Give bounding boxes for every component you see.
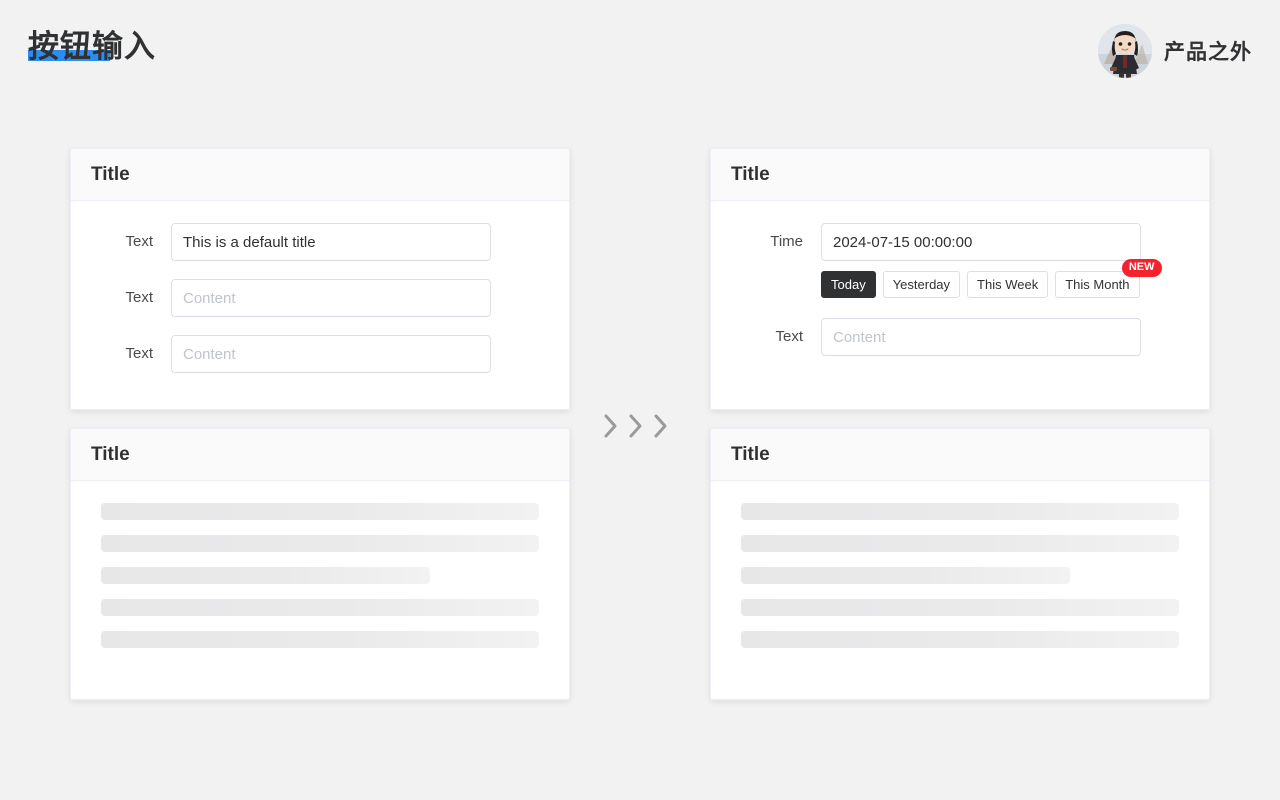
- form-control: [171, 223, 549, 261]
- quick-btn-this-week[interactable]: This Week: [967, 271, 1049, 298]
- skeleton-line: [741, 567, 1070, 584]
- card-body: Time Today Yesterday This Week This Mont…: [711, 201, 1209, 376]
- form-row-text: Text: [731, 318, 1189, 356]
- card-skeleton-right: Title: [710, 428, 1210, 700]
- skeleton-line: [101, 631, 539, 648]
- skeleton-body: [71, 481, 569, 668]
- form-control: [171, 335, 549, 373]
- new-badge: NEW: [1121, 259, 1162, 277]
- form-label: Text: [125, 345, 153, 362]
- page-title-wrap: 按钮输入: [28, 28, 156, 65]
- skeleton-line: [741, 631, 1179, 648]
- form-label: Text: [775, 328, 803, 345]
- form-label: Text: [125, 233, 153, 250]
- chevron-right-icon: [627, 413, 645, 439]
- quick-range-group: Today Yesterday This Week This Month NEW: [821, 259, 1189, 298]
- card-header: Title: [71, 429, 569, 481]
- quick-btn-today[interactable]: Today: [821, 271, 876, 298]
- skeleton-line: [741, 535, 1179, 552]
- skeleton-line: [101, 599, 539, 616]
- form-row: Text: [91, 279, 549, 317]
- user-avatar-icon: [1098, 24, 1152, 78]
- card-title: Title: [731, 163, 770, 185]
- skeleton-line: [101, 503, 539, 520]
- chevron-right-icon: [652, 413, 670, 439]
- skeleton-line: [101, 535, 539, 552]
- quick-btn-yesterday[interactable]: Yesterday: [882, 271, 961, 298]
- card-form-right: Title Time Today Yesterday This Week Thi…: [710, 148, 1210, 410]
- form-control: Today Yesterday This Week This Month NEW: [821, 223, 1189, 298]
- skeleton-body: [711, 481, 1209, 668]
- card-header: Title: [711, 149, 1209, 201]
- form-control: [821, 318, 1189, 356]
- skeleton-line: [741, 599, 1179, 616]
- form-row: Text: [91, 223, 549, 261]
- form-row-time: Time Today Yesterday This Week This Mont…: [731, 223, 1189, 298]
- skeleton-line: [101, 567, 430, 584]
- chevron-right-icon: [602, 413, 620, 439]
- time-input[interactable]: [821, 223, 1141, 261]
- text-input-1[interactable]: [171, 223, 491, 261]
- brand: 产品之外: [1098, 24, 1252, 78]
- flow-arrows: [602, 410, 682, 442]
- form-row: Text: [91, 335, 549, 373]
- card-header: Title: [711, 429, 1209, 481]
- quick-btn-this-month-wrap: This Month NEW: [1055, 259, 1162, 298]
- text-input-3[interactable]: [171, 335, 491, 373]
- page-title: 按钮输入: [28, 29, 156, 64]
- card-title: Title: [91, 163, 130, 185]
- brand-name: 产品之外: [1164, 41, 1252, 64]
- form-control: [171, 279, 549, 317]
- card-skeleton-left: Title: [70, 428, 570, 700]
- skeleton-line: [741, 503, 1179, 520]
- card-form-left: Title Text Text Text: [70, 148, 570, 410]
- text-input-2[interactable]: [171, 279, 491, 317]
- content-input[interactable]: [821, 318, 1141, 356]
- card-body: Text Text Text: [71, 201, 569, 393]
- page-header: 按钮输入 产品之外: [0, 0, 1280, 105]
- card-title: Title: [91, 443, 130, 465]
- form-label: Text: [125, 289, 153, 306]
- card-title: Title: [731, 443, 770, 465]
- card-header: Title: [71, 149, 569, 201]
- time-label: Time: [770, 233, 803, 250]
